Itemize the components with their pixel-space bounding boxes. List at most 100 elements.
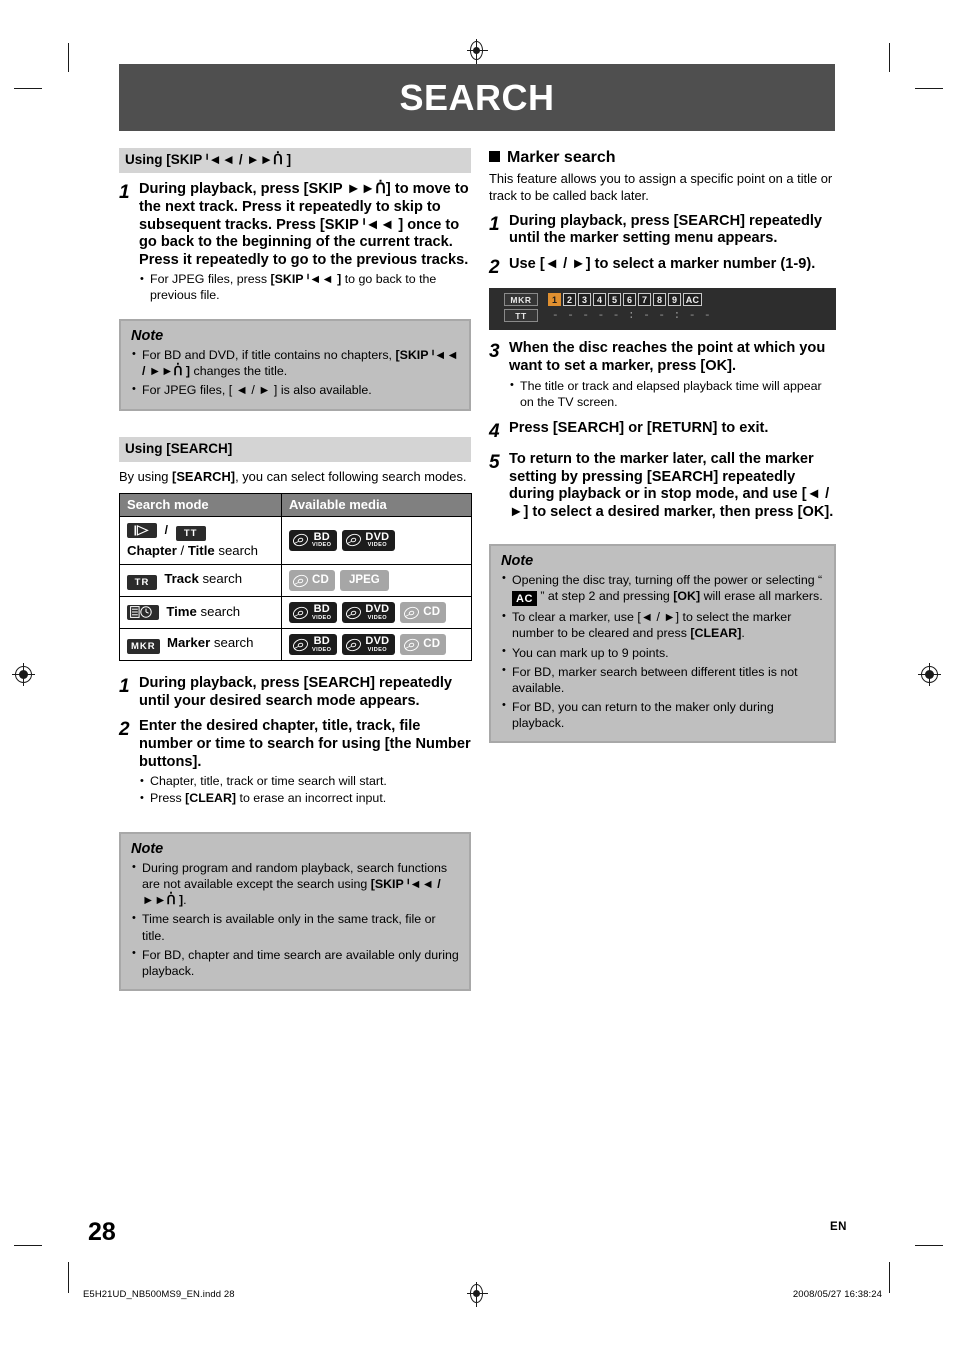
step-number: 1 bbox=[119, 182, 130, 204]
table-row: MKR Marker search BD VIDEO DVD VIDEO CD bbox=[119, 628, 472, 662]
osd-all-clear-button[interactable]: AC bbox=[683, 293, 702, 307]
step-number: 3 bbox=[489, 341, 500, 363]
print-file-stamp: E5H21UD_NB500MS9_EN.indd 28 bbox=[83, 1289, 235, 1300]
marker-icon: MKR bbox=[127, 639, 160, 655]
crop-mark-left-edge-top bbox=[14, 88, 42, 90]
osd-marker-number-6[interactable]: 6 bbox=[623, 293, 636, 307]
step-search-2: 2 Enter the desired chapter, title, trac… bbox=[119, 718, 471, 808]
media-badge-bd-video: BD VIDEO bbox=[289, 602, 338, 624]
icon-separator: / bbox=[164, 522, 169, 537]
step-number: 4 bbox=[489, 420, 500, 442]
media-badge-cd: CD bbox=[400, 634, 447, 656]
disc-glyph bbox=[346, 606, 362, 619]
osd-marker-number-4[interactable]: 4 bbox=[593, 293, 606, 307]
osd-marker-number-3[interactable]: 3 bbox=[578, 293, 591, 307]
section-header-search: Using [SEARCH] bbox=[119, 436, 471, 462]
crop-mark-left-edge-bottom bbox=[14, 1245, 42, 1247]
step-number: 1 bbox=[119, 676, 130, 698]
cell-available-media: BD VIDEO DVD VIDEO CD bbox=[281, 596, 472, 630]
step-headline: To return to the marker later, call the … bbox=[509, 450, 834, 520]
mode-label-marker: Marker bbox=[166, 634, 211, 650]
cell-available-media: CD JPEG bbox=[281, 564, 472, 598]
page-title-banner: SEARCH bbox=[119, 64, 835, 131]
osd-marker-number-9[interactable]: 9 bbox=[668, 293, 681, 307]
media-badge-dvd-video: DVD VIDEO bbox=[342, 634, 396, 656]
registration-target-top bbox=[467, 39, 488, 64]
note-bullet: For BD, marker search between different … bbox=[501, 663, 824, 696]
table-header-row: Search mode Available media bbox=[119, 492, 472, 517]
osd-marker-number-1[interactable]: 1 bbox=[548, 293, 561, 307]
mode-label-title: Title bbox=[187, 542, 215, 558]
step-headline: During playback, press [SEARCH] repeated… bbox=[509, 212, 823, 247]
mode-label: Chapter / Title search bbox=[127, 543, 274, 560]
crop-mark-top-left bbox=[68, 43, 70, 72]
mode-label-tail: search bbox=[210, 634, 254, 650]
note-bullet: For BD, you can return to the maker only… bbox=[501, 698, 824, 731]
right-column: Marker search This feature allows you to… bbox=[489, 148, 836, 744]
osd-tt-tag: TT bbox=[504, 309, 538, 323]
disc-glyph bbox=[346, 638, 362, 651]
step-marker-1: 1 During playback, press [SEARCH] repeat… bbox=[489, 213, 836, 248]
square-bullet-icon bbox=[489, 151, 500, 162]
bullet: Chapter, title, track or time search wil… bbox=[139, 774, 471, 790]
cell-search-mode: MKR Marker search bbox=[119, 628, 282, 662]
step-bullets: The title or track and elapsed playback … bbox=[509, 378, 836, 411]
note-title: Note bbox=[501, 552, 534, 569]
crop-mark-right-edge-top bbox=[915, 88, 943, 90]
table-row: Time search BD VIDEO DVD VIDEO CD bbox=[119, 596, 472, 630]
time-icon bbox=[127, 604, 159, 620]
note-bullet: During program and random playback, sear… bbox=[131, 860, 459, 908]
language-code: EN bbox=[830, 1221, 847, 1233]
media-badge-bd-video: BD VIDEO bbox=[289, 634, 338, 656]
all-clear-icon: AC bbox=[512, 591, 537, 607]
note-bullet: You can mark up to 9 points. bbox=[501, 644, 824, 661]
step-headline: When the disc reaches the point at which… bbox=[509, 340, 826, 375]
note-title: Note bbox=[131, 841, 164, 858]
note-title: Note bbox=[131, 328, 164, 345]
note-box-marker: Note Opening the disc tray, turning off … bbox=[489, 543, 836, 744]
step-headline: During playback, press [SEARCH] repeated… bbox=[139, 675, 453, 709]
manual-page: SEARCH Using [SKIP ᑊ◄◄ / ►►ᑏ ] 1 During … bbox=[0, 0, 954, 1351]
note-box-skip: Note For BD and DVD, if title contains n… bbox=[119, 319, 471, 411]
step-bullets: For JPEG files, press [SKIP ᑊ◄◄ ] to go … bbox=[139, 272, 471, 304]
step-number: 1 bbox=[489, 213, 500, 235]
mode-label-time: Time bbox=[166, 604, 197, 620]
osd-marker-number-8[interactable]: 8 bbox=[653, 293, 666, 307]
note-box-search: Note During program and random playback,… bbox=[119, 832, 471, 991]
osd-marker-number-5[interactable]: 5 bbox=[608, 293, 621, 307]
registration-target-bottom bbox=[467, 1282, 488, 1307]
crop-mark-right-edge-bottom bbox=[915, 1245, 943, 1247]
media-badge-jpeg: JPEG bbox=[340, 570, 389, 592]
page-title: SEARCH bbox=[399, 76, 555, 118]
media-badge-cd: CD bbox=[400, 602, 447, 624]
search-intro-text: By using [SEARCH], you can select follow… bbox=[119, 468, 467, 484]
chapter-flag-glyph bbox=[134, 524, 149, 536]
step-number: 2 bbox=[119, 719, 130, 741]
osd-marker-numbers: 1 2 3 4 5 6 7 8 9 AC bbox=[548, 293, 702, 307]
step-marker-4: 4 Press [SEARCH] or [RETURN] to exit. bbox=[489, 420, 836, 443]
media-badge-dvd-video: DVD VIDEO bbox=[342, 602, 396, 624]
media-badge-bd-video: BD VIDEO bbox=[289, 529, 338, 551]
step-marker-2: 2 Use [◄ / ►] to select a marker number … bbox=[489, 256, 836, 279]
step-number: 5 bbox=[489, 451, 500, 473]
osd-mkr-tag: MKR bbox=[504, 293, 538, 307]
page-number: 28 bbox=[88, 1218, 116, 1246]
mode-label-tail: search bbox=[198, 570, 243, 586]
step-search-1: 1 During playback, press [SEARCH] repeat… bbox=[119, 675, 471, 710]
table-row: / TT Chapter / Title search BD VIDEO DVD… bbox=[119, 515, 472, 566]
bullet: The title or track and elapsed playback … bbox=[509, 378, 836, 411]
osd-marker-number-7[interactable]: 7 bbox=[638, 293, 651, 307]
mode-label: TR Track search bbox=[127, 570, 274, 591]
column-header-available-media: Available media bbox=[281, 492, 472, 517]
note-bullet: Time search is available only in the sam… bbox=[131, 911, 459, 943]
table-row: TR Track search CD JPEG bbox=[119, 564, 472, 598]
disc-glyph bbox=[293, 534, 308, 547]
note-bullet: For JPEG files, [ ◄ / ► ] is also availa… bbox=[131, 382, 459, 398]
section-header-skip: Using [SKIP ᑊ◄◄ / ►►ᑏ ] bbox=[119, 148, 471, 174]
subsection-heading-marker-search: Marker search bbox=[489, 148, 836, 167]
left-column: Using [SKIP ᑊ◄◄ / ►►ᑏ ] 1 During playbac… bbox=[119, 148, 472, 991]
step-headline: Enter the desired chapter, title, track,… bbox=[139, 718, 471, 770]
column-header-search-mode: Search mode bbox=[119, 492, 282, 517]
osd-marker-number-2[interactable]: 2 bbox=[563, 293, 576, 307]
cell-available-media: BD VIDEO DVD VIDEO CD bbox=[281, 628, 472, 662]
